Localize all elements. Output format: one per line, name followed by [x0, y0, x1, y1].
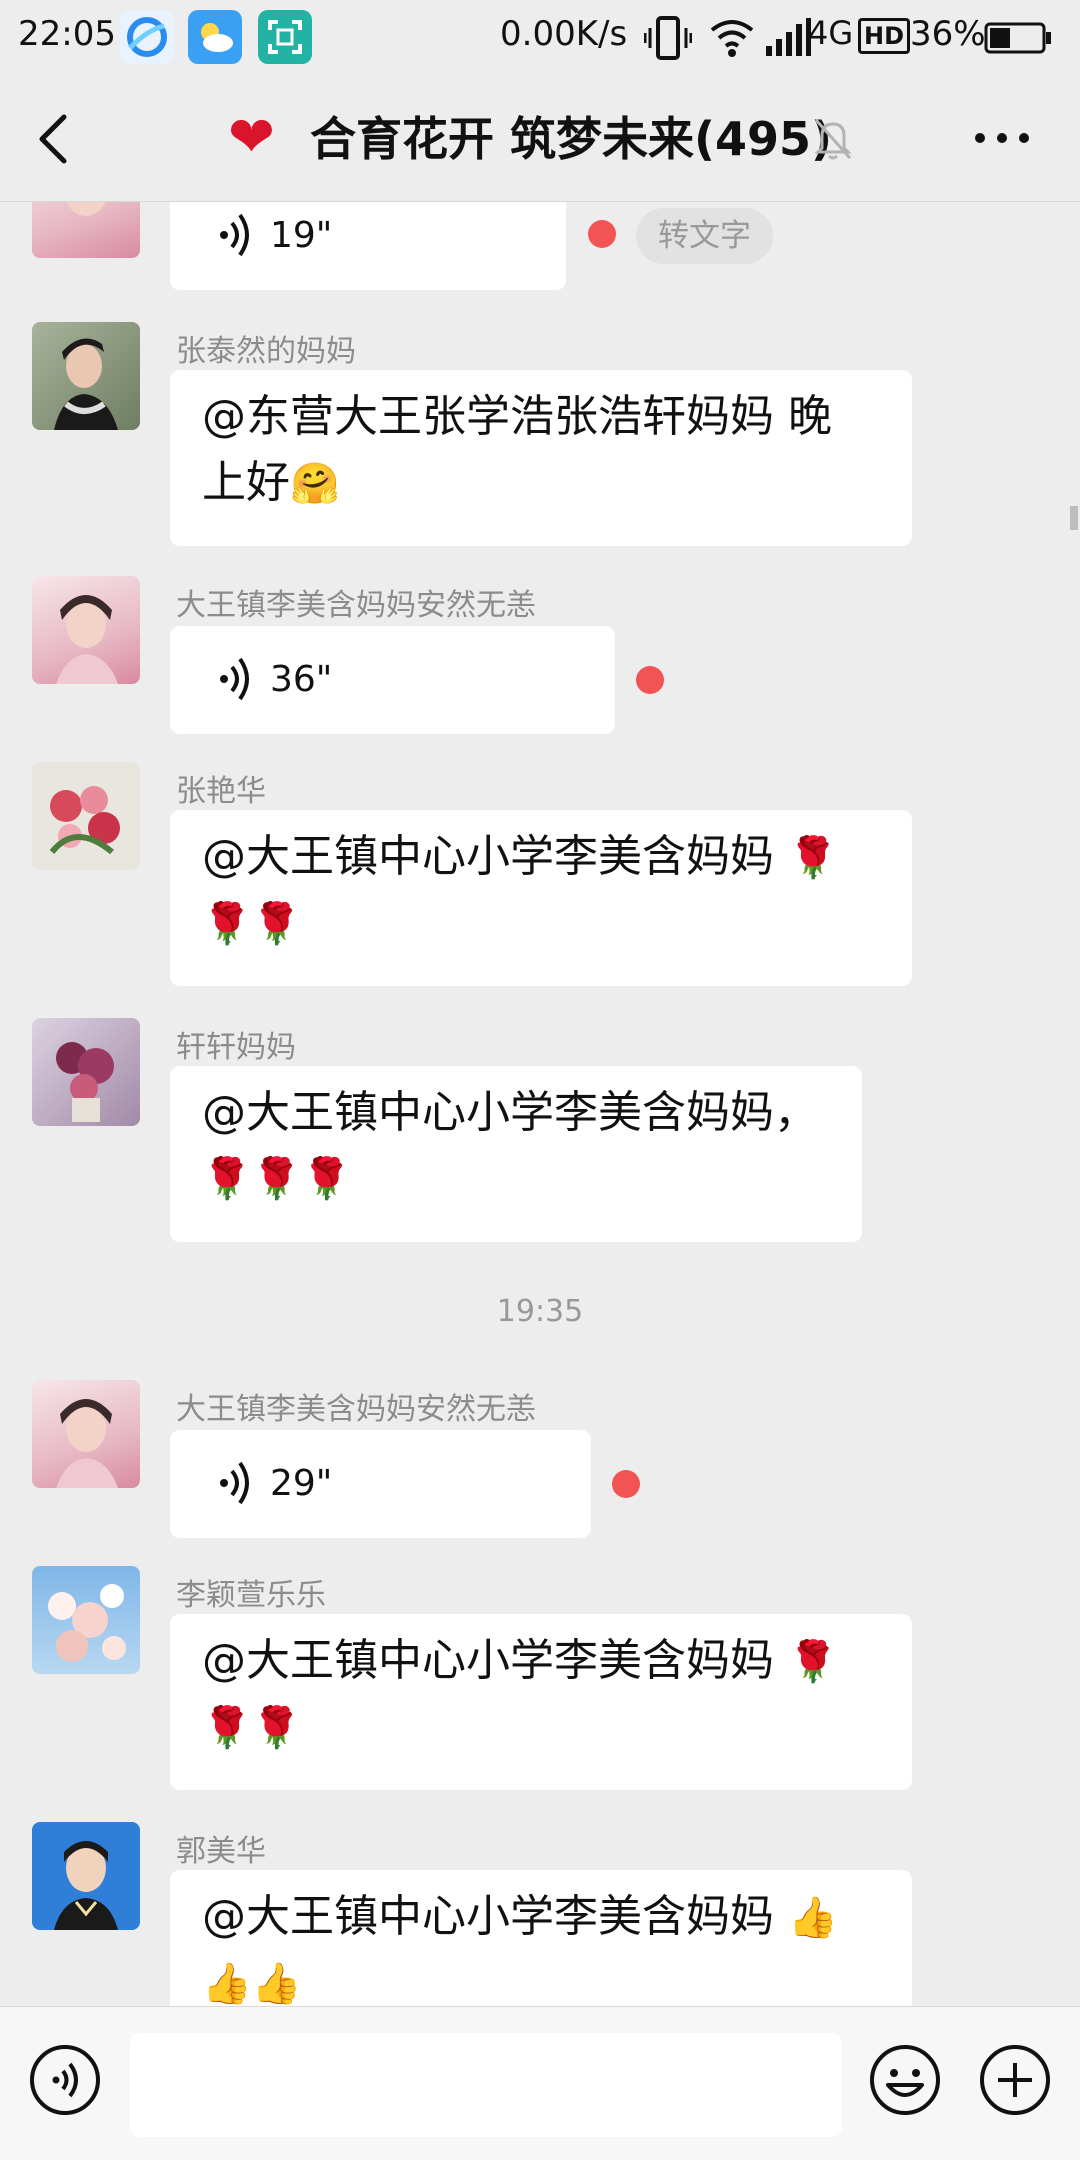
sender-name: 大王镇李美含妈妈安然无恙 — [176, 1392, 536, 1427]
bell-muted-icon — [812, 116, 854, 162]
unread-dot — [612, 1470, 640, 1498]
voice-wave-icon — [220, 213, 249, 257]
emoji-button[interactable] — [868, 2043, 942, 2117]
message-text: @东营大王张学浩张浩轩妈妈 晚 上好🤗 — [202, 391, 832, 508]
back-button[interactable] — [30, 111, 80, 167]
voice-message-bubble[interactable]: 29" — [170, 1430, 591, 1538]
text-message-bubble[interactable]: @大王镇中心小学李美含妈妈 👍 👍👍 — [170, 1870, 912, 2006]
scrollbar[interactable] — [1070, 506, 1078, 530]
message-input[interactable] — [130, 2033, 842, 2137]
scan-app-icon — [258, 10, 312, 64]
text-message-bubble[interactable]: @大王镇中心小学李美含妈妈 🌹 🌹🌹 — [170, 810, 912, 986]
sender-name: 张艳华 — [176, 774, 266, 809]
sender-name: 李颖萱乐乐 — [176, 1578, 326, 1613]
heart-icon: ❤ — [228, 105, 275, 170]
message-text: @大王镇中心小学李美含妈妈 🌹 🌹🌹 — [170, 810, 912, 979]
voice-duration: 36" — [270, 659, 333, 700]
voice-wave-icon — [220, 1461, 249, 1505]
voice-input-button[interactable] — [28, 2043, 102, 2117]
signal-icon — [764, 16, 812, 64]
rose-emoji: 🌹 — [788, 1639, 838, 1685]
voice-input-icon — [30, 2045, 100, 2115]
sender-name: 张泰然的妈妈 — [176, 334, 356, 369]
battery-percent: 36% — [910, 14, 986, 54]
emoji-icon — [870, 2045, 940, 2115]
weather-app-icon — [188, 10, 242, 64]
text-message-bubble[interactable]: @东营大王张学浩张浩轩妈妈 晚 上好🤗 — [170, 370, 912, 546]
avatar[interactable] — [32, 762, 140, 870]
voice-message-bubble[interactable]: 36" — [170, 626, 615, 734]
sender-name: 郭美华 — [176, 1834, 266, 1869]
avatar[interactable] — [32, 322, 140, 430]
thumbs-up-emoji: 👍 — [788, 1895, 838, 1941]
rose-emoji: 🌹🌹 — [202, 901, 302, 947]
transcribe-button[interactable]: 转文字 — [636, 208, 773, 264]
message-list[interactable]: 19" 转文字 张泰然的妈妈 @东营大王张学浩张浩轩妈妈 晚 上好🤗 大王镇李美… — [0, 202, 1080, 2006]
avatar[interactable] — [32, 1018, 140, 1126]
rose-emoji: 🌹 — [788, 835, 838, 881]
hug-emoji: 🤗 — [290, 461, 340, 507]
more-button[interactable] — [972, 118, 1032, 158]
more-actions-button[interactable] — [978, 2043, 1052, 2117]
message-text: @大王镇中心小学李美含妈妈 👍 👍👍 — [170, 1870, 912, 2006]
avatar[interactable] — [32, 1566, 140, 1674]
voice-duration: 29" — [270, 1463, 333, 1504]
text-message-bubble[interactable]: @大王镇中心小学李美含妈妈， 🌹🌹🌹 — [170, 1066, 862, 1242]
voice-wave-icon — [220, 657, 249, 701]
input-bar — [0, 2006, 1080, 2160]
browser-app-icon — [120, 10, 174, 64]
sender-name: 轩轩妈妈 — [176, 1030, 296, 1065]
unread-dot — [588, 220, 616, 248]
voice-duration: 19" — [270, 215, 333, 256]
rose-emoji: 🌹🌹🌹 — [202, 1156, 352, 1202]
status-time: 22:05 — [18, 14, 116, 54]
hd-badge: HD — [858, 18, 911, 54]
status-bar: 22:05 0.00K/s 4G HD 36% — [0, 0, 1080, 76]
rose-emoji: 🌹🌹 — [202, 1705, 302, 1751]
message-text: @大王镇中心小学李美含妈妈， 🌹🌹🌹 — [170, 1066, 862, 1234]
timestamp: 19:35 — [496, 1294, 584, 1329]
plus-icon — [980, 2045, 1050, 2115]
message-text: @大王镇中心小学李美含妈妈 🌹 🌹🌹 — [170, 1614, 912, 1783]
avatar[interactable] — [32, 1822, 140, 1930]
text-message-bubble[interactable]: @大王镇中心小学李美含妈妈 🌹 🌹🌹 — [170, 1614, 912, 1790]
network-type: 4G — [808, 14, 854, 52]
avatar[interactable] — [32, 576, 140, 684]
avatar[interactable] — [32, 1380, 140, 1488]
wifi-icon — [708, 16, 756, 64]
sender-name: 大王镇李美含妈妈安然无恙 — [176, 588, 536, 623]
battery-icon — [984, 22, 1054, 58]
chat-title: 合育花开 筑梦未来(495) — [310, 112, 833, 166]
thumbs-up-emoji: 👍👍 — [202, 1961, 302, 2006]
chat-header: ❤ 合育花开 筑梦未来(495) — [0, 76, 1080, 202]
avatar[interactable] — [32, 202, 140, 258]
network-speed: 0.00K/s — [500, 14, 628, 54]
voice-message-bubble[interactable]: 19" — [170, 202, 566, 290]
more-icon — [975, 133, 1029, 143]
unread-dot — [636, 666, 664, 694]
vibrate-icon — [643, 16, 693, 64]
chevron-left-icon — [39, 114, 67, 164]
